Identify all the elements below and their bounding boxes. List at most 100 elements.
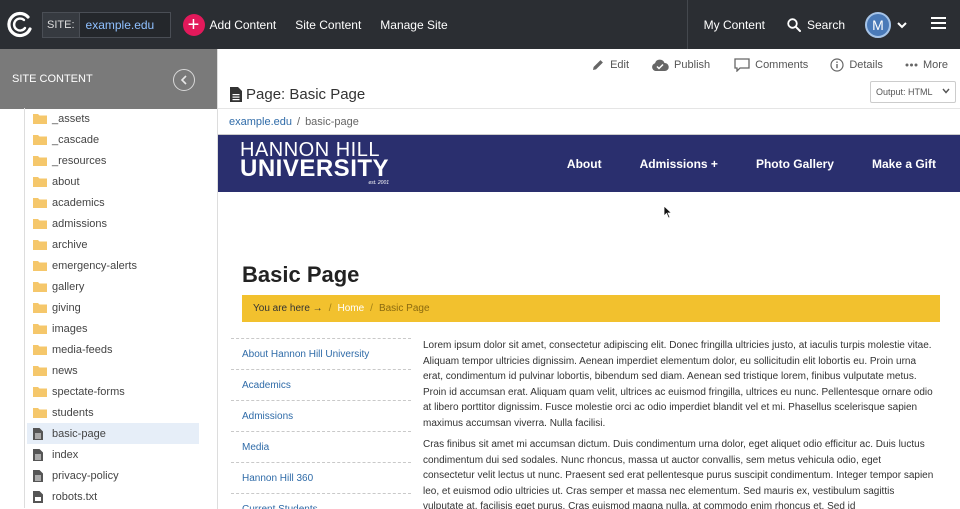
site-content-sidebar: SITE CONTENT _assets _cascade _resourcesab… xyxy=(0,49,218,509)
sidebar-item-label: _cascade xyxy=(52,133,100,146)
sidebar-item-robots-txt[interactable]: robots.txt xyxy=(27,486,199,507)
output-select-value: Output: HTML xyxy=(876,87,933,97)
sidebar-item-students[interactable]: students xyxy=(27,402,199,423)
preview-breadcrumb-separator: / xyxy=(328,303,332,314)
folder-icon xyxy=(33,155,47,167)
sidebar-item-assets[interactable]: _assets xyxy=(27,108,199,129)
university-logo[interactable]: HANNON HILL UNIVERSITY est. 2001 xyxy=(240,140,390,186)
manage-site-link[interactable]: Manage Site xyxy=(380,18,447,32)
output-select[interactable]: Output: HTML xyxy=(870,81,956,103)
preview-body-text: Lorem ipsum dolor sit amet, consectetur … xyxy=(423,338,935,509)
cloud-check-icon xyxy=(651,59,674,72)
plus-icon: + xyxy=(182,13,205,36)
site-label: SITE: xyxy=(43,12,80,37)
sidebar-item-archive[interactable]: archive xyxy=(27,234,199,255)
chevron-left-icon xyxy=(180,75,188,85)
comment-icon xyxy=(734,58,755,72)
sidebar-item-index[interactable]: index xyxy=(27,444,199,465)
sidebar-item-label: students xyxy=(52,406,94,419)
subnav-item[interactable]: Current Students xyxy=(231,494,411,509)
sidebar-item-privacy-policy[interactable]: privacy-policy xyxy=(27,465,199,486)
sidebar-item-gallery[interactable]: gallery xyxy=(27,276,199,297)
sidebar-item-resources[interactable]: _resources xyxy=(27,150,199,171)
comments-button[interactable]: Comments xyxy=(734,58,808,72)
avatar[interactable]: M xyxy=(865,11,891,38)
chevron-down-icon[interactable] xyxy=(897,18,907,32)
sidebar-header: SITE CONTENT xyxy=(0,49,217,109)
you-are-here-label: You are here → xyxy=(253,303,323,314)
body-paragraph: Cras finibus sit amet mi accumsan dictum… xyxy=(423,439,934,509)
sidebar-item-cascade[interactable]: _cascade xyxy=(27,129,199,150)
subnav-item[interactable]: Academics xyxy=(231,370,411,401)
edit-button[interactable]: Edit xyxy=(591,58,629,72)
menu-item-admissions[interactable]: Admissions + xyxy=(640,157,718,171)
page-icon xyxy=(33,448,47,461)
tree-guide-line xyxy=(24,108,25,508)
search-icon xyxy=(787,17,801,32)
subnav-item[interactable]: Media xyxy=(231,432,411,463)
sidebar-item-news[interactable]: news xyxy=(27,360,199,381)
sidebar-item-images[interactable]: images xyxy=(27,318,199,339)
menu-item-about[interactable]: About xyxy=(567,157,602,171)
chevron-down-icon xyxy=(942,88,950,94)
sidebar-item-emergency-alerts[interactable]: emergency-alerts xyxy=(27,255,199,276)
folder-icon xyxy=(33,302,47,314)
details-label: Details xyxy=(849,59,883,71)
sidebar-item-label: images xyxy=(52,322,88,335)
page-preview: HANNON HILL UNIVERSITY est. 2001 About A… xyxy=(218,134,960,509)
sidebar-item-label: index xyxy=(52,448,79,461)
top-bar: SITE: example.edu + Add Content Site Con… xyxy=(0,0,960,49)
sidebar-item-basic-page[interactable]: basic-page xyxy=(27,423,199,444)
cascade-logo-icon[interactable] xyxy=(4,9,36,41)
menu-item-make-a-gift[interactable]: Make a Gift xyxy=(872,157,936,171)
edit-label: Edit xyxy=(610,59,630,71)
collapse-sidebar-button[interactable] xyxy=(173,69,195,91)
site-content-link[interactable]: Site Content xyxy=(295,18,361,32)
top-right-controls: My Content Search M xyxy=(686,0,960,49)
publish-label: Publish xyxy=(674,59,711,71)
hamburger-menu-icon[interactable] xyxy=(931,17,946,32)
subnav-item[interactable]: Hannon Hill 360 xyxy=(231,463,411,494)
breadcrumb-site-link[interactable]: example.edu xyxy=(229,116,292,128)
site-selector[interactable]: SITE: example.edu xyxy=(42,11,171,38)
mouse-cursor-icon xyxy=(663,205,673,222)
sidebar-item-spectate-forms[interactable]: spectate-forms xyxy=(27,381,199,402)
search-button[interactable]: Search xyxy=(787,18,845,32)
page-title: Page: Basic Page xyxy=(246,86,366,103)
sidebar-item-about[interactable]: about xyxy=(27,171,199,192)
ellipsis-icon xyxy=(905,63,923,67)
sidebar-item-academics[interactable]: academics xyxy=(27,192,199,213)
more-button[interactable]: More xyxy=(905,59,948,71)
sidebar-item-label: _assets xyxy=(52,112,90,125)
site-value[interactable]: example.edu xyxy=(79,12,170,37)
sidebar-item-admissions[interactable]: admissions xyxy=(27,213,199,234)
sidebar-item-label: spectate-forms xyxy=(52,385,125,398)
logo-line-2: UNIVERSITY xyxy=(240,154,390,182)
details-button[interactable]: Details xyxy=(830,58,883,72)
preview-breadcrumb-home[interactable]: Home xyxy=(337,303,364,314)
main-panel: Edit Publish Comments Details More Page:… xyxy=(218,49,960,509)
preview-breadcrumb-current: Basic Page xyxy=(378,303,430,314)
sidebar-item-label: news xyxy=(52,364,78,377)
preview-sub-navigation: About Hannon Hill University Academics A… xyxy=(231,338,411,509)
folder-icon xyxy=(33,218,47,230)
sidebar-item-label: _resources xyxy=(52,154,107,167)
folder-tree: _assets _cascade _resourcesabout academics a… xyxy=(24,108,214,508)
sidebar-item-label: admissions xyxy=(52,217,108,230)
publish-button[interactable]: Publish xyxy=(651,59,710,72)
sidebar-item-label: gallery xyxy=(52,280,85,293)
folder-icon xyxy=(33,176,47,188)
sidebar-item-giving[interactable]: giving xyxy=(27,297,199,318)
folder-icon xyxy=(33,113,47,125)
body-paragraph: Lorem ipsum dolor sit amet, consectetur … xyxy=(423,340,933,429)
sidebar-item-media-feeds[interactable]: media-feeds xyxy=(27,339,199,360)
my-content-link[interactable]: My Content xyxy=(686,0,781,49)
preview-page-heading: Basic Page xyxy=(242,262,360,287)
subnav-item[interactable]: About Hannon Hill University xyxy=(231,339,411,370)
menu-item-photo-gallery[interactable]: Photo Gallery xyxy=(756,157,834,171)
sidebar-item-label: robots.txt xyxy=(52,490,98,503)
subnav-item[interactable]: Admissions xyxy=(231,401,411,432)
add-content-button[interactable]: + Add Content xyxy=(182,13,276,36)
page-icon xyxy=(33,427,47,440)
folder-icon xyxy=(33,281,47,293)
